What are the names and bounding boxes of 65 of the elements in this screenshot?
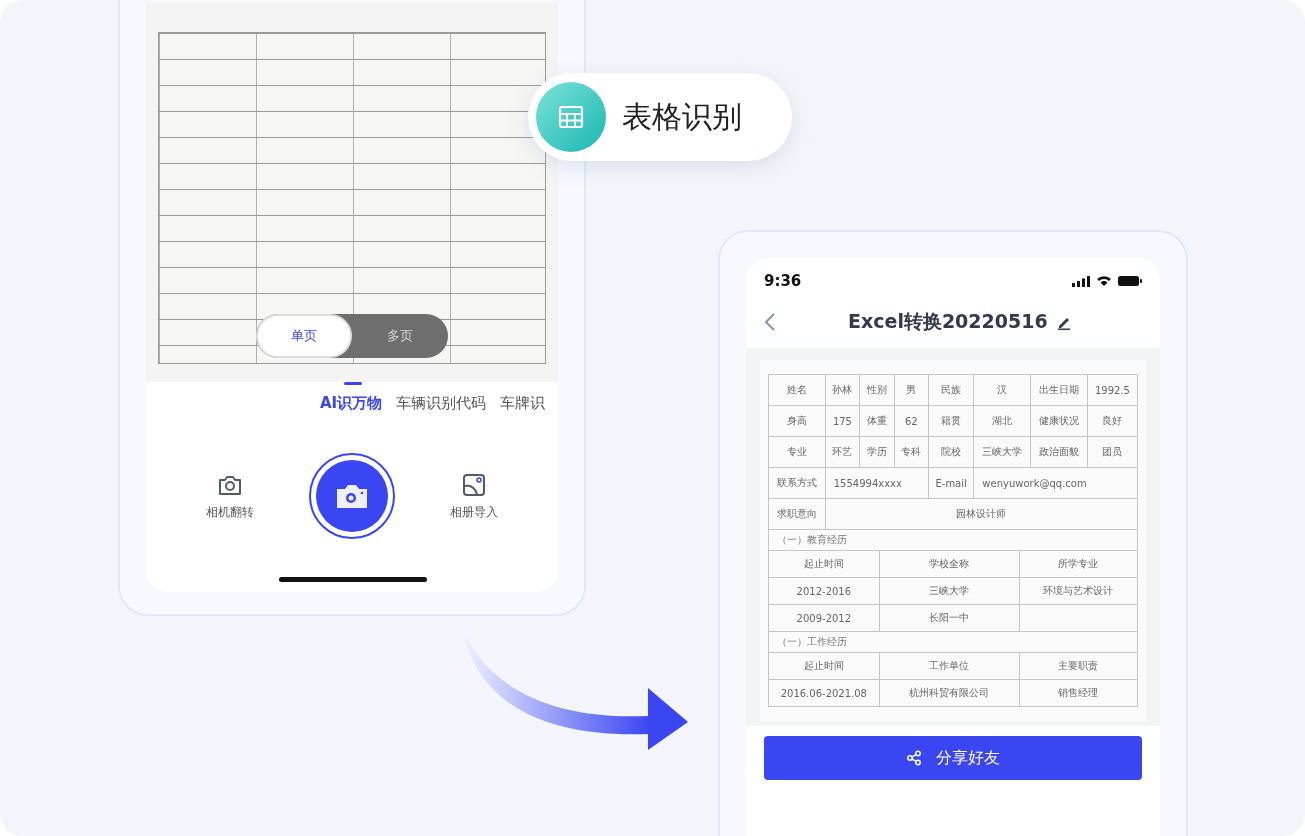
table-cell: 主要职责 [1019,653,1138,680]
toggle-option[interactable]: 单页 [256,314,352,358]
table-cell: 专科 [894,436,929,468]
table-cell: E-mail [928,467,974,499]
table-cell: 学校全称 [879,551,1020,578]
table-cell: 工作单位 [879,653,1020,680]
signal-icon [1072,275,1090,287]
table-cell: 2012-2016 [768,577,880,605]
flip-camera-button[interactable]: 相机翻转 [200,470,261,522]
mode-tab[interactable]: AI识万物 [320,382,383,413]
table-cell: 杭州科贸有限公司 [879,679,1020,707]
status-time: 9:36 [764,272,802,290]
table-cell: 所学专业 [1019,551,1138,578]
table-cell: 1554994xxxx [825,467,929,499]
badge-label: 表格识别 [622,97,742,136]
table-cell: 出生日期 [1030,374,1088,406]
table-cell: 专业 [768,436,826,468]
table-cell: 联系方式 [768,467,826,499]
share-icon [906,750,922,766]
table-cell: 1992.5 [1087,374,1138,406]
table-cell: 2009-2012 [768,604,880,632]
battery-icon [1118,275,1142,287]
image-icon [460,471,487,498]
table-cell: 籍贯 [928,405,974,437]
table-cell: 民族 [928,374,974,406]
table-cell: 起止时间 [768,653,880,680]
album-import-button[interactable]: 相册导入 [443,470,504,522]
table-cell: 孙林 [825,374,860,406]
table-cell: 良好 [1087,405,1138,437]
table-icon [557,103,585,131]
table-cell: 园林设计师 [825,498,1138,530]
table-cell: 环艺 [825,436,860,468]
mode-tab[interactable]: 车辆识别代码 [396,382,487,413]
wifi-icon [1096,275,1112,287]
table-cell: 团员 [1087,436,1138,468]
back-icon[interactable] [764,312,776,332]
table-cell: 政治面貌 [1030,436,1088,468]
toggle-option[interactable]: 多页 [352,314,448,358]
table-cell: 汉 [973,374,1031,406]
table-cell: 湖北 [973,405,1031,437]
table-cell: 身高 [768,405,826,437]
table-cell: 学历 [859,436,895,468]
table-cell: 62 [894,405,929,437]
table-cell: wenyuwork@qq.com [973,467,1138,499]
mode-tab[interactable]: 车牌识 [500,382,546,413]
table-cell: 院校 [928,436,974,468]
table-cell: 销售经理 [1019,679,1138,707]
table-cell: 长阳一中 [879,604,1020,632]
table-cell: 健康状况 [1030,405,1088,437]
table-cell: 175 [825,405,860,437]
table-cell: 环境与艺术设计 [1019,577,1138,605]
table-cell: 三峡大学 [973,436,1031,468]
table-cell: 体重 [859,405,895,437]
table-cell: 求职意向 [768,498,826,530]
section-heading: （一）工作经历 [777,635,847,649]
section-heading: （一）教育经历 [777,533,847,547]
share-button[interactable]: 分享好友 [764,736,1142,780]
table-cell: 姓名 [768,374,826,406]
document-title: Excel转换20220516 [848,309,1048,334]
table-cell: 性别 [859,374,895,406]
table-cell: 起止时间 [768,551,880,578]
table-cell: 2016.06-2021.08 [768,679,880,707]
table-cell: 三峡大学 [879,577,1020,605]
table-cell: 男 [894,374,929,406]
camera-icon [335,482,369,510]
